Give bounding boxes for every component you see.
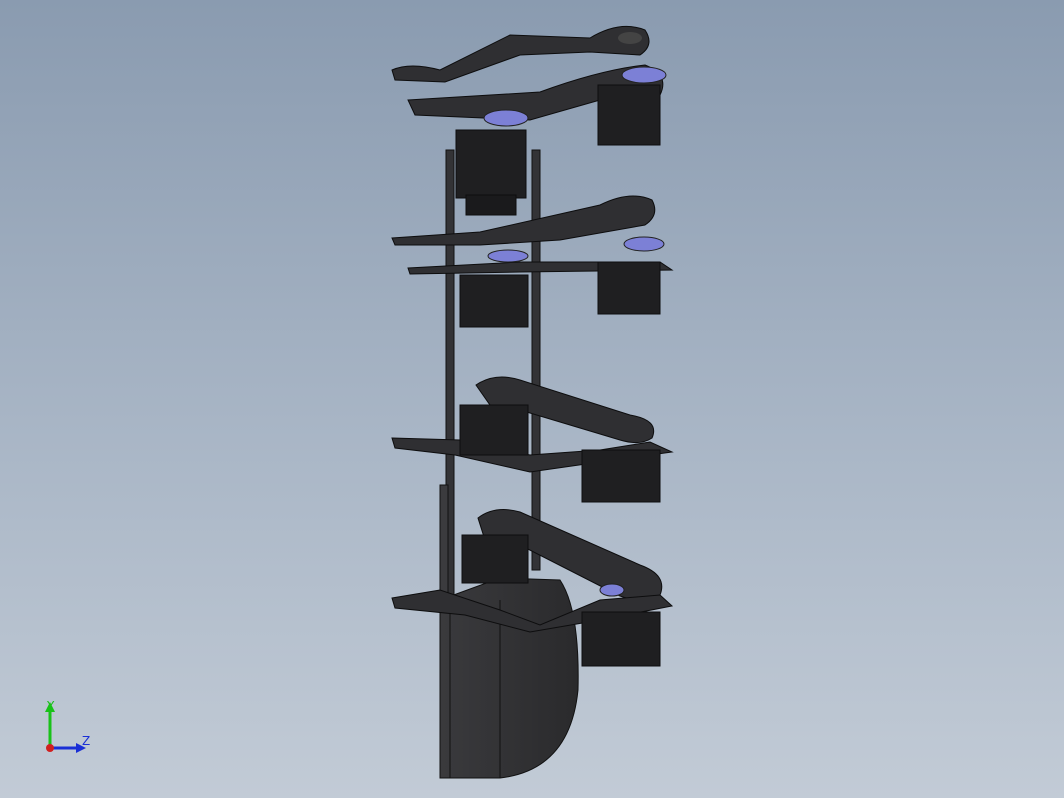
cad-3d-viewport[interactable]: Y Z [0, 0, 1064, 798]
z-axis-label: Z [82, 734, 90, 748]
leg-segment-1[interactable] [391, 25, 667, 216]
coordinate-triad: Y Z [45, 699, 90, 753]
y-axis-label: Y [46, 699, 55, 713]
